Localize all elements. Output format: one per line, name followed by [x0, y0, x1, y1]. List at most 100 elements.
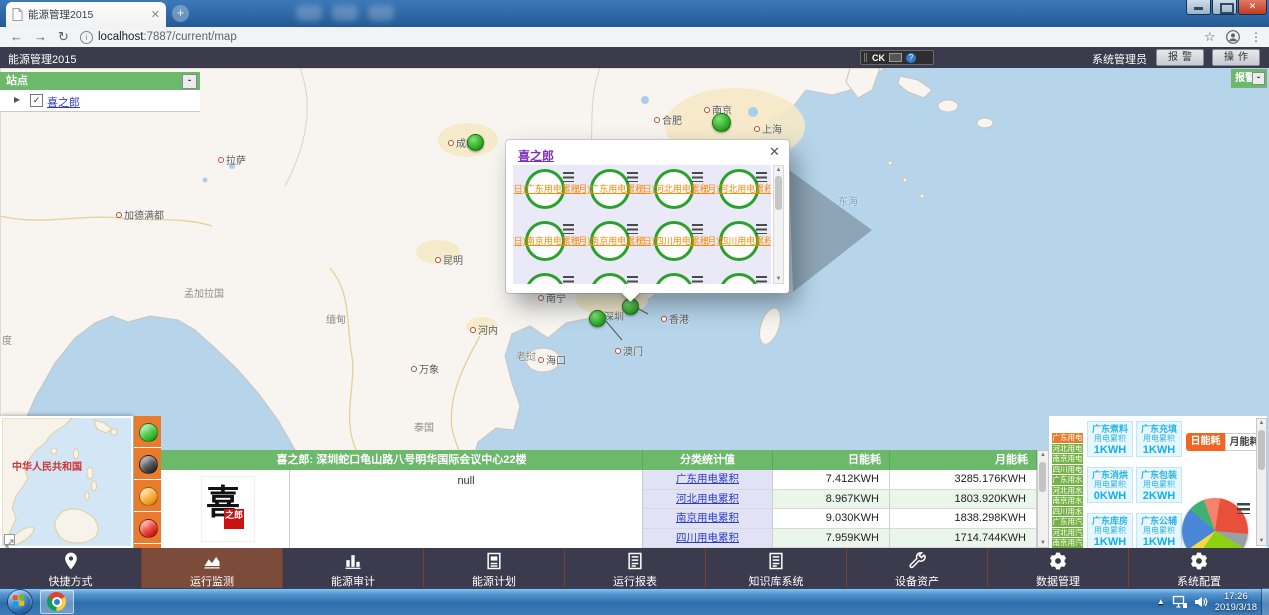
overview-minimap[interactable]: 中华人民共和国 — [0, 416, 133, 548]
gauge[interactable] — [513, 269, 578, 284]
gauge-label-link[interactable]: (月)广东用电累积 — [575, 182, 644, 195]
show-desktop-button[interactable] — [1261, 588, 1269, 615]
bookmark-star-icon[interactable]: ☆ — [1204, 30, 1216, 44]
site-marker[interactable] — [589, 310, 606, 327]
table-row-category[interactable]: 广东用电累积 — [643, 470, 773, 490]
ime-toolbar[interactable]: CK ? — [860, 50, 934, 65]
nav-item-system-config[interactable]: 系统配置 — [1128, 548, 1269, 588]
table-row-category[interactable]: 四川用电累积 — [643, 529, 773, 549]
taskbar-clock[interactable]: 17:26 2019/3/18 — [1215, 591, 1257, 613]
gauge[interactable]: (月)广东用电累积 — [578, 165, 643, 217]
window-close-button[interactable]: ✕ — [1238, 0, 1267, 15]
action-button[interactable]: 操作 — [1212, 49, 1260, 66]
energy-tile[interactable]: 广东库房用电累积1KWH — [1087, 513, 1133, 549]
energy-tile[interactable]: 广东包装用电累积2KWH — [1136, 467, 1182, 503]
scroll-down-icon[interactable]: ▼ — [1038, 540, 1048, 546]
tray-expand-icon[interactable]: ▲ — [1157, 597, 1165, 606]
site-panel-collapse-button[interactable]: - — [182, 74, 197, 89]
chart-menu-icon[interactable] — [756, 276, 767, 284]
gauge-label-link[interactable]: (月)四川用电累积 — [704, 234, 771, 247]
chart-menu-icon[interactable] — [756, 172, 767, 182]
site-marker[interactable] — [467, 134, 484, 151]
alarm-panel-collapse-button[interactable]: - — [1252, 72, 1265, 85]
category-item[interactable]: 南京用汽 — [1052, 538, 1083, 548]
chart-menu-icon[interactable] — [692, 224, 703, 234]
gauge[interactable]: (月)四川用电累积 — [707, 217, 772, 269]
site-checkbox[interactable]: ✓ — [30, 94, 43, 107]
chart-menu-icon[interactable] — [563, 172, 574, 182]
reload-icon[interactable]: ↻ — [58, 30, 69, 44]
chart-menu-icon[interactable] — [563, 276, 574, 284]
energy-tile[interactable]: 广东公辅用电累积1KWH — [1136, 513, 1182, 549]
chart-menu-icon[interactable] — [756, 224, 767, 234]
window-maximize-button[interactable] — [1212, 0, 1237, 15]
gauge-label-link[interactable]: (月)南京用电累积 — [575, 234, 644, 247]
network-icon[interactable] — [1172, 595, 1187, 609]
ime-help-icon[interactable]: ? — [906, 53, 916, 63]
nav-item-equipment-assets[interactable]: 设备资产 — [846, 548, 987, 588]
gauge-label-link[interactable]: (日)四川用电累积 — [640, 234, 709, 247]
status-normal[interactable] — [134, 416, 161, 448]
energy-tile[interactable]: 广东消烘用电累积0KWH — [1087, 467, 1133, 503]
category-item[interactable]: 南京用电 — [1052, 454, 1083, 464]
chart-menu-icon[interactable] — [692, 172, 703, 182]
site-tree-link[interactable]: 喜之郎 — [47, 94, 80, 110]
chart-menu-icon[interactable] — [627, 224, 638, 234]
category-item[interactable]: 河北用汽 — [1052, 528, 1083, 538]
gauge[interactable]: (月)河北用电累积 — [707, 165, 772, 217]
site-info-icon[interactable]: i — [80, 31, 93, 44]
nav-item-knowledge-base[interactable]: 知识库系统 — [705, 548, 846, 588]
gauge-label-link[interactable]: (日)河北用电累积 — [640, 182, 709, 195]
start-button[interactable] — [7, 589, 33, 615]
chart-menu-icon[interactable] — [627, 172, 638, 182]
category-item[interactable]: 南京用水 — [1052, 496, 1083, 506]
browser-menu-icon[interactable]: ⋮ — [1250, 30, 1262, 44]
category-item[interactable]: 四川用水 — [1052, 507, 1083, 517]
scroll-thumb[interactable] — [1039, 462, 1046, 492]
status-warning[interactable] — [134, 480, 161, 512]
scroll-down-icon[interactable]: ▼ — [774, 276, 783, 282]
category-item[interactable]: 河北用电 — [1052, 444, 1083, 454]
back-icon[interactable]: ← — [10, 30, 23, 44]
nav-item-energy-plan[interactable]: 能源计划 — [423, 548, 564, 588]
new-tab-button[interactable]: + — [172, 5, 189, 22]
gauge[interactable]: (日)南京用电累积 — [513, 217, 578, 269]
status-alarm[interactable] — [134, 512, 161, 544]
scroll-thumb[interactable] — [775, 176, 782, 210]
popup-close-icon[interactable]: ✕ — [769, 144, 780, 160]
table-row-category[interactable]: 河北用电累积 — [643, 490, 773, 510]
category-item[interactable]: 四川用电 — [1052, 465, 1083, 475]
window-minimize-button[interactable] — [1186, 0, 1211, 15]
gauge-label-link[interactable]: (月)河北用电累积 — [704, 182, 771, 195]
energy-tile[interactable]: 广东煮料用电累积1KWH — [1087, 421, 1133, 457]
popup-scrollbar[interactable]: ▲ ▼ — [773, 165, 784, 284]
popup-site-link[interactable]: 喜之郎 — [518, 147, 554, 164]
ime-grip-icon[interactable] — [864, 53, 868, 62]
browser-tab[interactable]: 能源管理2015 ✕ — [6, 2, 166, 27]
table-row-category[interactable]: 南京用电累积 — [643, 509, 773, 529]
alarm-button[interactable]: 报警 — [1156, 49, 1204, 66]
nav-item-shortcuts[interactable]: 快捷方式 — [0, 548, 141, 588]
category-item[interactable]: 广东用电 — [1052, 433, 1083, 443]
chart-menu-icon[interactable] — [563, 224, 574, 234]
forward-icon[interactable]: → — [34, 30, 47, 44]
taskbar-chrome-button[interactable] — [40, 590, 74, 614]
speaker-icon[interactable] — [1194, 595, 1208, 609]
minimap-resize-icon[interactable] — [4, 534, 15, 545]
gauge[interactable] — [642, 269, 707, 284]
gauge[interactable] — [578, 269, 643, 284]
gauge[interactable]: (日)河北用电累积 — [642, 165, 707, 217]
nav-item-data-management[interactable]: 数据管理 — [987, 548, 1128, 588]
category-item[interactable]: 河北用水 — [1052, 486, 1083, 496]
scroll-up-icon[interactable]: ▲ — [1038, 452, 1048, 458]
url-field[interactable]: localhost:7887/current/map — [98, 31, 237, 43]
tree-expander-icon[interactable]: ▶ — [14, 95, 20, 104]
widgets-scrollbar[interactable]: ▲ ▼ — [1256, 418, 1267, 546]
category-item[interactable]: 广东用水 — [1052, 475, 1083, 485]
category-item[interactable]: 广东用汽 — [1052, 517, 1083, 527]
nav-item-reports[interactable]: 运行报表 — [564, 548, 705, 588]
gauge[interactable]: (日)四川用电累积 — [642, 217, 707, 269]
site-marker[interactable] — [712, 113, 731, 132]
scroll-up-icon[interactable]: ▲ — [1257, 420, 1266, 426]
chart-menu-icon[interactable] — [627, 276, 638, 284]
